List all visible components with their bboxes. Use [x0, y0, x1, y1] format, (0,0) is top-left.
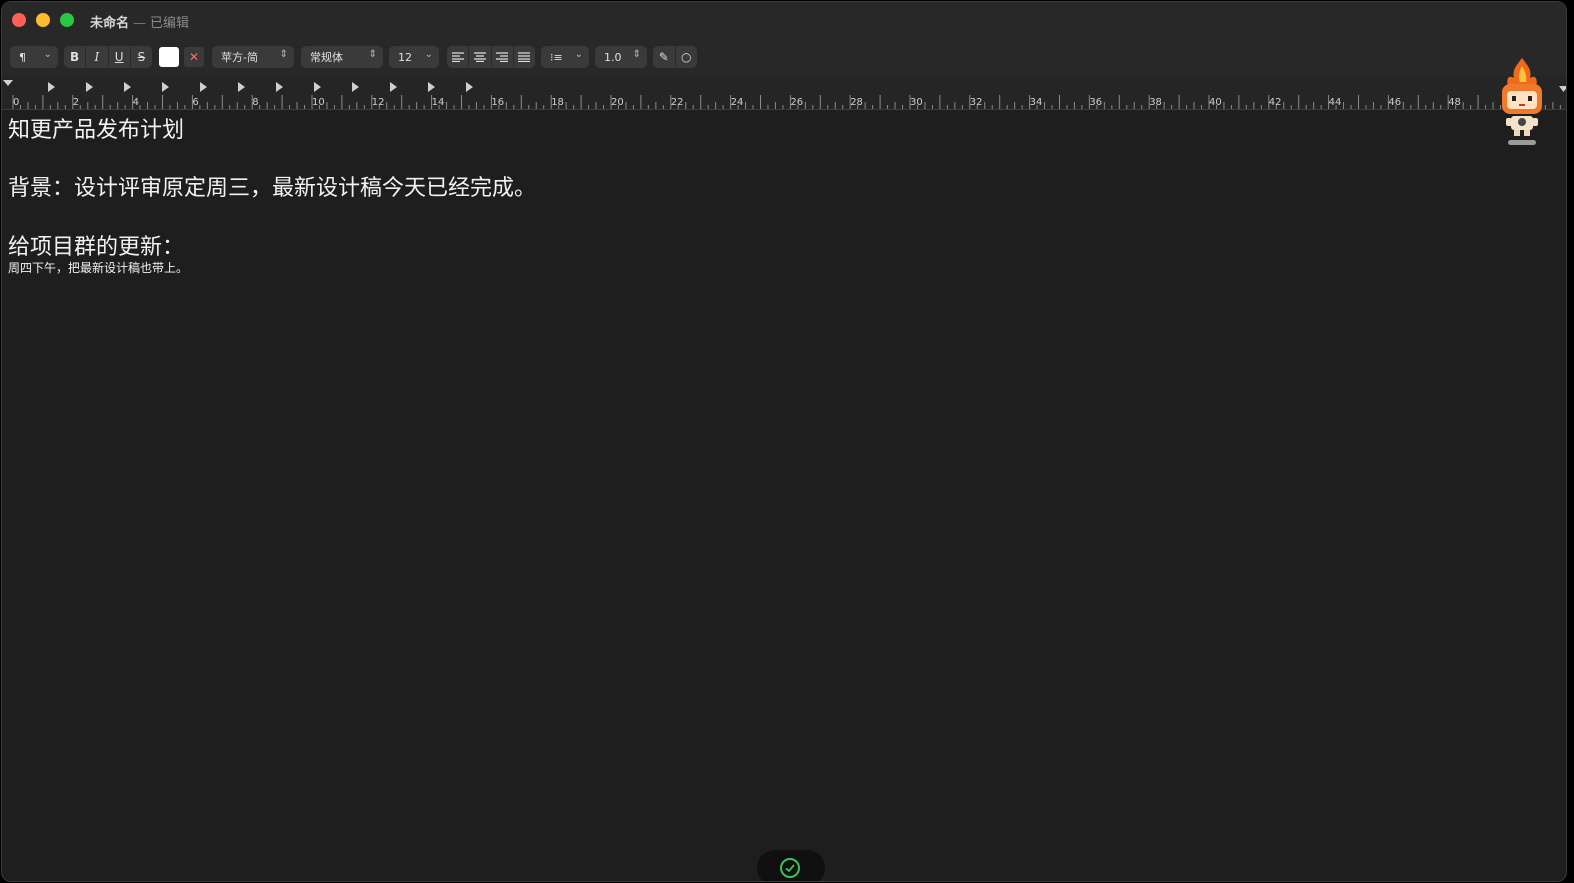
left-margin-marker[interactable] [3, 80, 13, 86]
tab-stop-marker[interactable] [48, 82, 55, 92]
tab-stop-marker[interactable] [390, 82, 397, 92]
tab-stop-marker[interactable] [162, 82, 169, 92]
tab-stop-marker[interactable] [276, 82, 283, 92]
right-margin-marker[interactable] [1559, 86, 1567, 92]
tab-stop-marker[interactable] [238, 82, 245, 92]
text-color-well[interactable] [159, 47, 179, 67]
ruler-label: 46 [1388, 97, 1401, 108]
title-bar[interactable]: 未命名 — 已编辑 [2, 2, 1566, 38]
checkmark-icon [780, 858, 800, 878]
ruler-label: 4 [133, 97, 139, 108]
paragraph-icon: ¶ [19, 50, 26, 64]
align-center-icon [473, 52, 486, 62]
title-separator: — [133, 16, 147, 31]
updown-arrows-icon: ⇕ [368, 49, 377, 60]
status-indicator[interactable] [757, 850, 825, 881]
ruler-label: 34 [1030, 97, 1043, 108]
line-spacing-value: 1.0 [604, 50, 622, 64]
underline-button[interactable]: U [109, 46, 131, 68]
ruler-label: 48 [1448, 97, 1461, 108]
justify-icon [518, 52, 531, 62]
ruler-label: 30 [910, 97, 923, 108]
ruler-label: 22 [671, 97, 684, 108]
list-icon: ⁝≡ [550, 50, 563, 64]
justify-button[interactable] [514, 46, 535, 68]
font-style-value: 常规体 [310, 51, 343, 64]
strikethrough-button[interactable]: S [131, 46, 152, 68]
ruler-label: 32 [970, 97, 983, 108]
list-style-popup[interactable]: ⁝≡ ⌄ [541, 46, 589, 68]
tab-stop-marker[interactable] [428, 82, 435, 92]
ruler-label: 28 [850, 97, 863, 108]
chevron-down-icon: ⌄ [43, 49, 52, 60]
markup-segment: ✎ ○ [653, 46, 697, 68]
ruler-label: 44 [1329, 97, 1342, 108]
close-button[interactable] [12, 13, 26, 27]
font-family-popup[interactable]: 苹方-简 ⇕ [212, 46, 294, 68]
ruler-graphic: 0 2 4 6 8 10 12 14 16 18 20 22 24 26 28 30 32 34 36 38 40 42 4… [3, 80, 1567, 109]
format-toolbar: ¶ ⌄ B I U S ✕ 苹方-简 ⇕ 常规体 ⇕ 12 ⌄ ⁝≡ ⌄ 1.0… [2, 38, 1566, 76]
tab-stop-marker[interactable] [86, 82, 93, 92]
align-left-icon [451, 52, 464, 62]
bold-button[interactable]: B [64, 46, 87, 68]
ruler-label: 8 [252, 97, 258, 108]
tab-stop-marker[interactable] [352, 82, 359, 92]
edit-status: 已编辑 [150, 16, 190, 31]
document-name: 未命名 [90, 16, 130, 31]
tab-stop-marker[interactable] [466, 82, 473, 92]
ruler-label: 40 [1209, 97, 1222, 108]
editor-window: 未命名 — 已编辑 ¶ ⌄ B I U S ✕ 苹方-简 ⇕ 常规体 ⇕ 12 ⌄ [1, 1, 1567, 882]
tab-stop-marker[interactable] [124, 82, 131, 92]
ruler-label: 16 [491, 97, 504, 108]
align-right-button[interactable] [492, 46, 514, 68]
highlight-color-icon[interactable]: ✕ [184, 47, 204, 67]
ruler-label: 38 [1149, 97, 1162, 108]
chevron-down-icon: ⌄ [574, 49, 583, 60]
align-left-button[interactable] [447, 46, 470, 68]
font-style-popup[interactable]: 常规体 ⇕ [301, 46, 383, 68]
ruler-label: 12 [372, 97, 385, 108]
ruler-label: 14 [432, 97, 445, 108]
alignment-segment [447, 46, 535, 68]
ruler-label: 42 [1269, 97, 1282, 108]
ruler-label: 6 [192, 97, 198, 108]
minimize-button[interactable] [36, 13, 50, 27]
update-body: 周四下午，把最新设计稿也带上。 [8, 261, 189, 275]
updown-arrows-icon: ⇕ [632, 49, 641, 60]
background-paragraph: 背景：设计评审原定周三，最新设计稿今天已经完成。 [8, 176, 537, 201]
tab-stop-marker[interactable] [200, 82, 207, 92]
circle-icon[interactable]: ○ [676, 46, 698, 68]
font-size-value: 12 [398, 50, 412, 64]
tab-stop-marker[interactable] [314, 82, 321, 92]
ruler-label: 10 [312, 97, 325, 108]
flame-mascot-icon[interactable] [1494, 56, 1550, 148]
text-style-segment: B I U S [64, 46, 152, 68]
updown-arrows-icon: ⇕ [279, 49, 288, 60]
italic-button[interactable]: I [86, 46, 109, 68]
ruler-label: 26 [790, 97, 803, 108]
chevron-down-icon: ⌄ [424, 49, 433, 60]
ruler[interactable]: 0 2 4 6 8 10 12 14 16 18 20 22 24 26 28 30 32 34 36 38 40 42 4… [2, 76, 1566, 110]
ruler-label: 24 [731, 97, 744, 108]
zoom-button[interactable] [60, 13, 74, 27]
ruler-label: 18 [551, 97, 564, 108]
document-body[interactable]: 知更产品发布计划 背景：设计评审原定周三，最新设计稿今天已经完成。 给项目群的更… [8, 110, 1566, 881]
line-spacing-popup[interactable]: 1.0 ⇕ [595, 46, 647, 68]
window-title: 未命名 — 已编辑 [90, 12, 189, 31]
font-size-combo[interactable]: 12 ⌄ [389, 46, 439, 68]
ruler-label: 20 [611, 97, 624, 108]
ruler-label: 0 [13, 97, 19, 108]
align-right-icon [496, 52, 509, 62]
ruler-label: 2 [73, 97, 79, 108]
ruler-label: 36 [1089, 97, 1102, 108]
update-heading: 给项目群的更新： [8, 235, 185, 260]
pencil-icon[interactable]: ✎ [653, 46, 676, 68]
font-family-value: 苹方-简 [221, 51, 258, 64]
paragraph-style-popup[interactable]: ¶ ⌄ [10, 46, 58, 68]
document-heading: 知更产品发布计划 [8, 118, 185, 143]
align-center-button[interactable] [469, 46, 492, 68]
